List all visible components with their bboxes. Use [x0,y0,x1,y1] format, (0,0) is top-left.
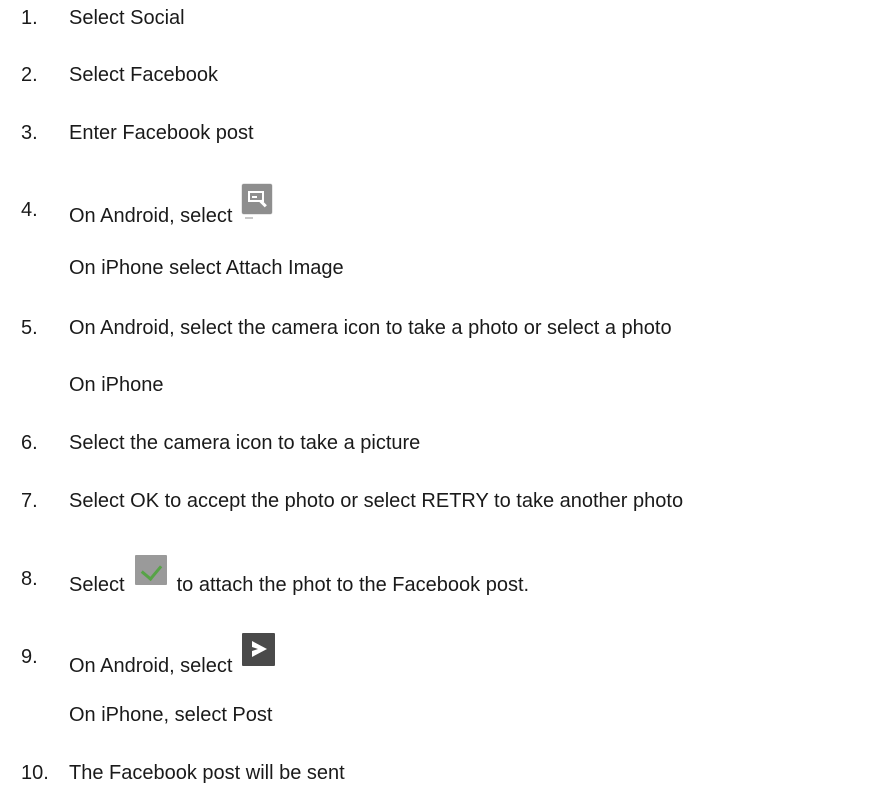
step-number: 6. [21,432,38,454]
step-number: 1. [21,7,38,29]
step-text-before: On Android, select [69,655,233,677]
step-text: Select the camera icon to take a picture [69,432,421,454]
step-text: The Facebook post will be sent [69,762,345,784]
step-subtext: On iPhone select Attach Image [69,257,344,279]
step-number: 9. [21,646,38,668]
step-text-before: On Android, select [69,205,233,227]
step-number: 2. [21,64,38,86]
step-text: Enter Facebook post [69,122,254,144]
step-subtext: On iPhone, select Post [69,704,273,726]
send-icon [242,633,276,666]
step-number: 3. [21,122,38,144]
step-text: Select OK to accept the photo or select … [69,490,684,512]
step-text-before: Select [69,574,125,596]
step-text: Select Social [69,7,185,29]
step-number: 10. [21,762,49,784]
step-text: Select Facebook [69,64,218,86]
step-subtext: On iPhone [69,374,164,396]
step-number: 5. [21,317,38,339]
check-icon [134,555,167,585]
step-number: 8. [21,568,38,590]
step-number: 7. [21,490,38,512]
step-text: On Android, select [69,184,273,228]
step-text: Select to attach the phot to the Facebook… [69,555,530,597]
step-number: 4. [21,199,38,221]
step-text: On Android, select [69,633,276,678]
step-text: On Android, select the camera icon to ta… [69,317,672,339]
step-text-after: to attach the phot to the Facebook post. [176,574,530,596]
image-edit-icon [242,184,273,219]
